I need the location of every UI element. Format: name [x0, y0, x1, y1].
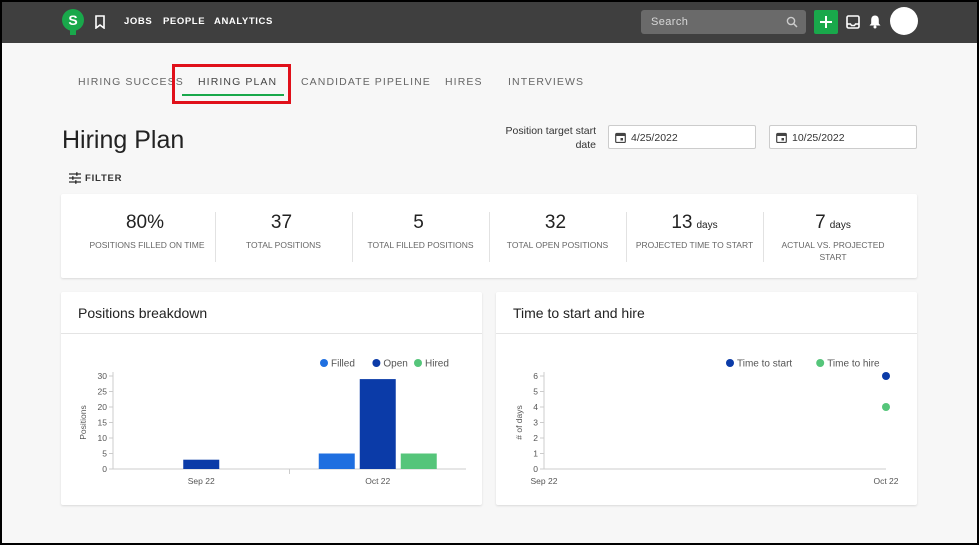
y-axis-label: # of days: [514, 405, 524, 440]
tab-candidate-pipeline[interactable]: CANDIDATE PIPELINE: [301, 76, 431, 88]
highlight-box: [172, 64, 291, 104]
bar-filled-oct-22: [318, 453, 355, 469]
y-tick-label: 2: [533, 433, 538, 443]
bar-open-oct-22: [359, 379, 396, 469]
logo-letter: S: [68, 12, 77, 28]
stat-label: TOTAL FILLED POSITIONS: [367, 240, 474, 250]
search-icon[interactable]: [786, 16, 798, 28]
y-tick-label: 0: [533, 464, 538, 474]
stat-actual-vs-projected-start: 7 days ACTUAL VS. PROJECTED START: [763, 194, 903, 278]
stat-unit: days: [829, 220, 851, 231]
y-axis-label: Positions: [78, 405, 88, 440]
tab-hires[interactable]: HIRES: [445, 76, 483, 88]
y-tick-label: 0: [102, 464, 107, 474]
stat-projected-time-to-start: 13 days PROJECTED TIME TO START: [626, 194, 763, 278]
stat-value: 7: [815, 212, 826, 233]
bell-icon[interactable]: [868, 14, 882, 29]
bar-hired-oct-22: [400, 453, 437, 469]
positions-breakdown-card: Positions breakdown 0 5 10 15 20 25 30 Sep 22 Oc…: [61, 292, 482, 505]
stat-positions-filled-on-time: 80% POSITIONS FILLED ON TIME: [79, 194, 215, 278]
start-date-value: 4/25/2022: [631, 132, 678, 144]
x-tick-label: Sep 22: [531, 476, 558, 486]
y-tick-label: 1: [533, 449, 538, 459]
stat-value: 5: [413, 212, 424, 233]
calendar-icon: [776, 132, 787, 143]
time-scatter-chart: 0 1 2 3 4 5 6 Sep 22 Oct 22 # of days Time to star…: [514, 359, 899, 487]
filter-button[interactable]: FILTER: [69, 172, 129, 186]
search-input[interactable]: [651, 15, 781, 29]
app-window: S JOBS PEOPLE ANALYTICS Search HIRING SU…: [2, 2, 977, 543]
sliders-icon: [69, 172, 81, 184]
stat-unit: days: [696, 220, 718, 231]
add-button[interactable]: [814, 10, 838, 34]
stat-total-filled-positions: 5 TOTAL FILLED POSITIONS: [352, 194, 489, 278]
stat-label: PROJECTED TIME TO START: [635, 240, 754, 250]
stats-card: 80% POSITIONS FILLED ON TIME 37 TOTAL PO…: [61, 194, 917, 278]
stat-label: TOTAL POSITIONS: [246, 240, 321, 250]
stat-total-positions: 37 TOTAL POSITIONS: [215, 194, 352, 278]
y-tick-label: 5: [533, 387, 538, 397]
tab-interviews[interactable]: INTERVIEWS: [508, 76, 584, 88]
y-tick-label: 25: [98, 387, 108, 397]
y-tick-label: 4: [533, 402, 538, 412]
user-avatar[interactable]: [890, 7, 918, 35]
calendar-icon: [615, 132, 626, 143]
legend-label: Time to start: [737, 359, 792, 370]
legend-swatch: [372, 359, 381, 367]
legend-label: Filled: [331, 359, 355, 370]
end-date-value: 10/25/2022: [792, 132, 845, 144]
y-tick-label: 5: [102, 449, 107, 459]
tab-hiring-success[interactable]: HIRING SUCCESS: [78, 76, 184, 88]
y-tick-label: 30: [98, 371, 108, 381]
y-tick-label: 3: [533, 418, 538, 428]
x-tick-label: Sep 22: [188, 476, 215, 486]
stat-value: 37: [270, 212, 293, 233]
stat-label: TOTAL OPEN POSITIONS: [506, 240, 609, 250]
top-nav-bar: S JOBS PEOPLE ANALYTICS: [2, 2, 977, 43]
start-date-field[interactable]: 4/25/2022: [608, 125, 756, 149]
y-tick-label: 15: [98, 418, 108, 428]
filter-label: FILTER: [85, 173, 123, 184]
legend-label: Time to hire: [827, 359, 880, 370]
y-tick-label: 10: [98, 433, 108, 443]
page-title: Hiring Plan: [62, 126, 185, 154]
inbox-icon[interactable]: [846, 15, 860, 29]
legend-swatch: [726, 359, 734, 367]
y-tick-label: 6: [533, 371, 538, 381]
stat-label: POSITIONS FILLED ON TIME: [89, 240, 205, 250]
point-time-to-start: [882, 372, 890, 380]
stat-value: 13: [671, 212, 693, 233]
legend-swatch: [816, 359, 825, 367]
stat-value: 32: [544, 212, 567, 233]
nav-people[interactable]: PEOPLE: [163, 16, 205, 27]
plus-icon: [820, 16, 832, 28]
y-tick-label: 20: [98, 402, 108, 412]
x-tick-label: Oct 22: [365, 476, 390, 486]
bar-open-sep-22: [183, 459, 220, 469]
stat-total-open-positions: 32 TOTAL OPEN POSITIONS: [489, 194, 626, 278]
legend-label: Hired: [425, 359, 449, 370]
time-to-start-card: Time to start and hire 0 1 2 3 4 5 6 Sep 22 Oct …: [496, 292, 917, 505]
legend-label: Open: [383, 359, 407, 370]
bookmark-icon[interactable]: [94, 15, 106, 29]
logo-icon[interactable]: S: [61, 9, 85, 37]
x-tick-label: Oct 22: [873, 476, 898, 486]
legend-swatch: [414, 359, 422, 367]
nav-analytics[interactable]: ANALYTICS: [214, 16, 273, 27]
search-box: [641, 10, 806, 34]
nav-jobs[interactable]: JOBS: [124, 16, 152, 27]
stat-value: 80%: [125, 212, 165, 233]
positions-bar-chart: 0 5 10 15 20 25 30 Sep 22 Oct 22 Positions Filled O…: [78, 359, 466, 486]
legend-swatch: [320, 359, 328, 367]
point-time-to-hire: [882, 403, 890, 411]
stat-label: ACTUAL VS. PROJECTED START: [781, 240, 885, 262]
end-date-field[interactable]: 10/25/2022: [769, 125, 917, 149]
date-range-label: Position target start date: [505, 125, 596, 151]
